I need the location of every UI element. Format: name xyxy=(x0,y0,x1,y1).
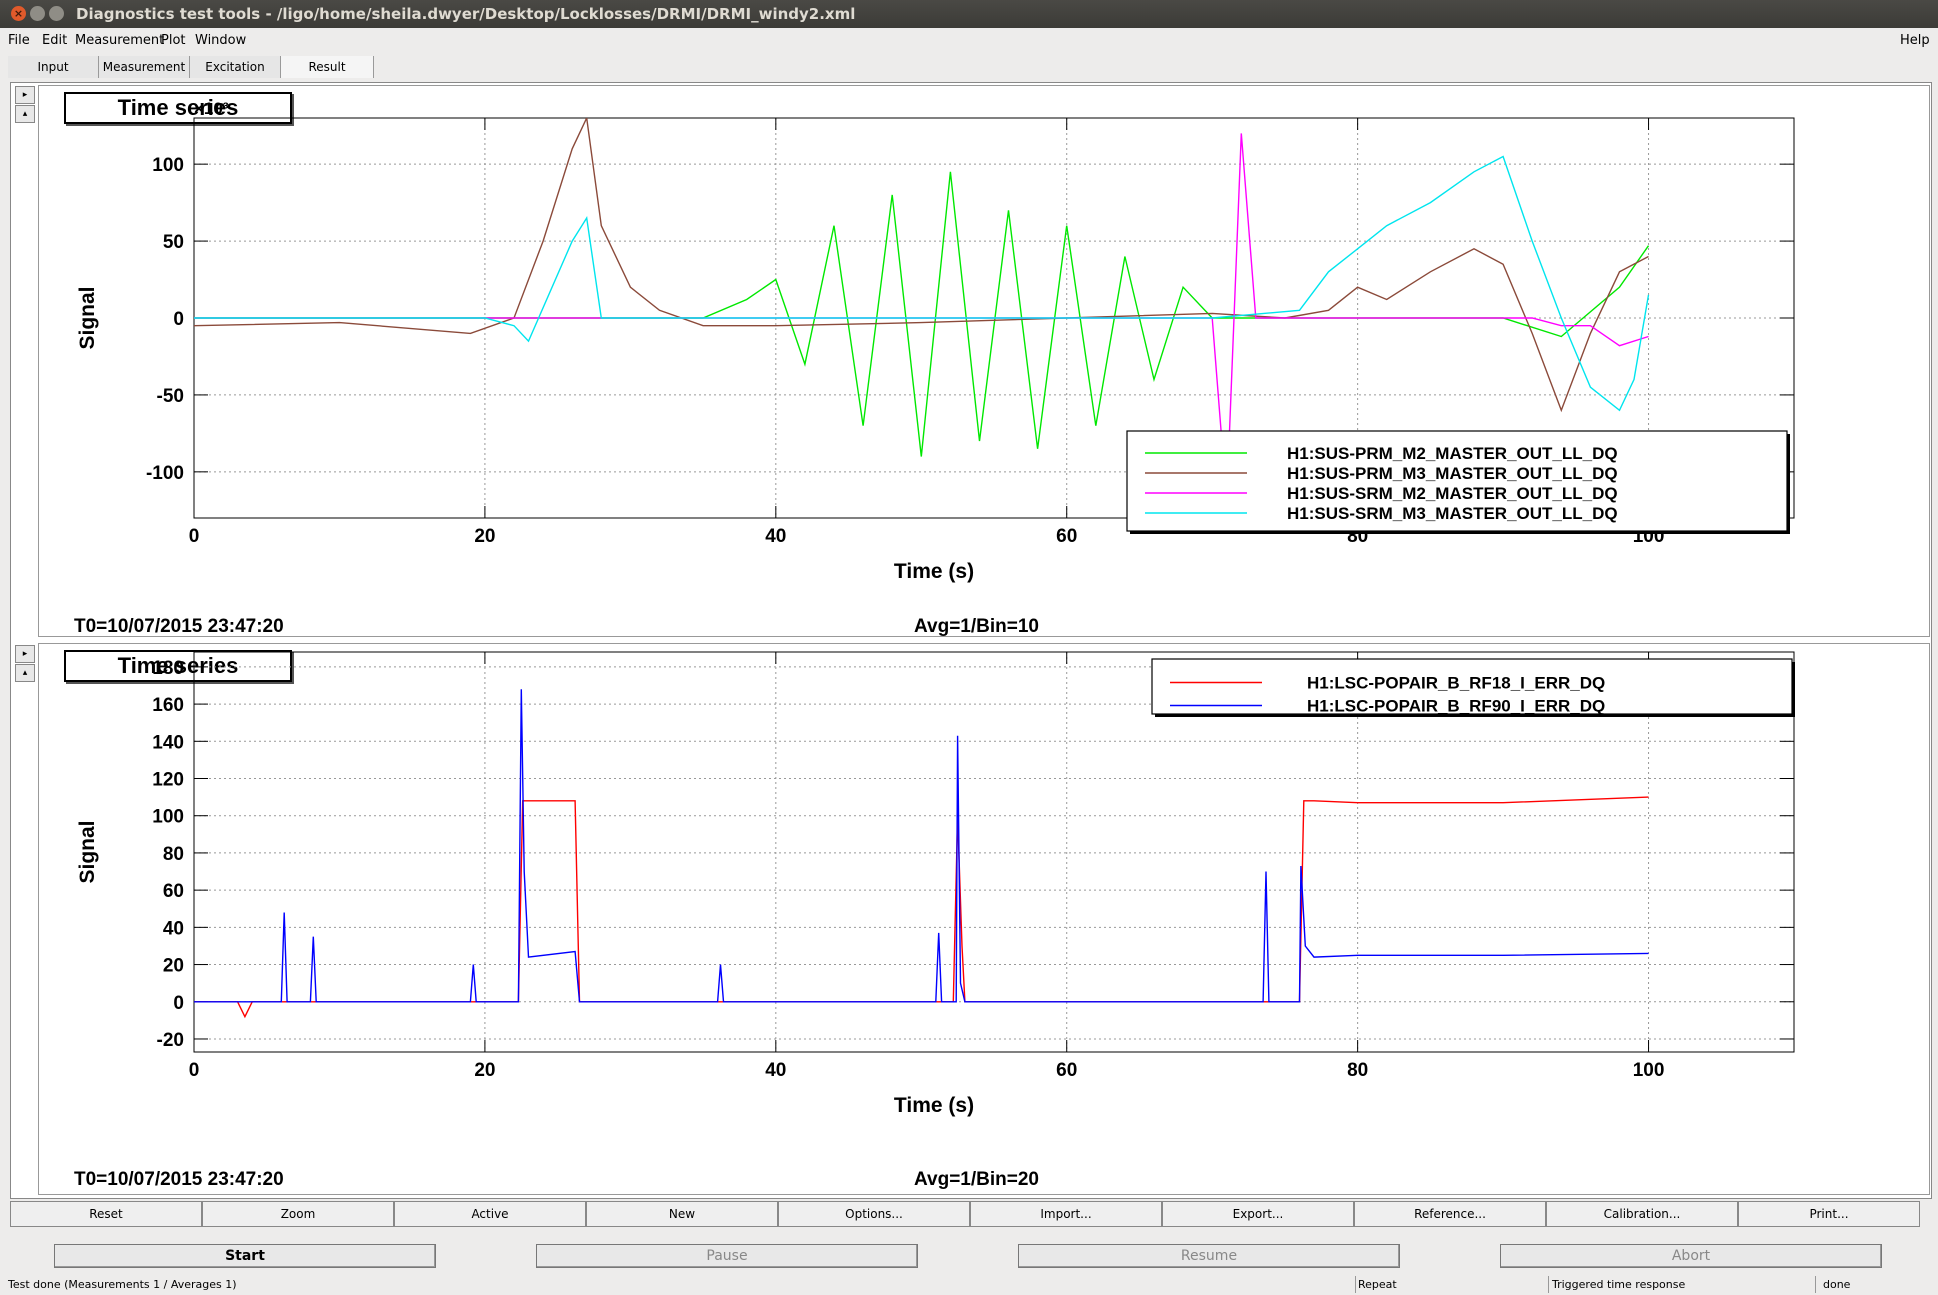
y-tick-label: 20 xyxy=(163,956,184,977)
status-mode: Triggered time response xyxy=(1552,1278,1686,1291)
panel1-expand-button[interactable]: ▸ xyxy=(15,86,35,104)
panel2-avg: Avg=1/Bin=20 xyxy=(914,1169,1039,1190)
window-title: Diagnostics test tools - /ligo/home/shei… xyxy=(76,5,856,23)
panel1-collapse-button[interactable]: ▴ xyxy=(15,105,35,123)
y-tick-label: 160 xyxy=(152,695,184,716)
panel1-t0: T0=10/07/2015 23:47:20 xyxy=(74,616,284,637)
plot-panel-1: Time series 0 20 40 60 80 100 -100 -50 0 50 100 ×10… xyxy=(38,85,1930,637)
x-axis-label: Time (s) xyxy=(894,1094,974,1117)
y-tick-label: -50 xyxy=(157,386,184,407)
y-tick-label: 140 xyxy=(152,732,184,753)
panel2-t0: T0=10/07/2015 23:47:20 xyxy=(74,1169,284,1190)
x-tick-label: 80 xyxy=(1347,1060,1368,1081)
y-tick-label: -100 xyxy=(146,463,184,484)
legend-label: H1:SUS-PRM_M2_MASTER_OUT_LL_DQ xyxy=(1287,444,1618,463)
chart-1[interactable]: 0 20 40 60 80 100-100-50050100×10³Time (s)Sig… xyxy=(39,86,1929,596)
y-tick-label: 80 xyxy=(163,844,184,865)
pause-button[interactable]: Pause xyxy=(536,1244,918,1268)
series-line-2 xyxy=(194,689,1649,1003)
menu-edit[interactable]: Edit xyxy=(42,33,67,48)
tab-measurement[interactable]: Measurement xyxy=(99,56,190,78)
y-tick-label: 100 xyxy=(152,155,184,176)
y-tick-label: 0 xyxy=(173,993,184,1014)
y-tick-label: 40 xyxy=(163,918,184,939)
status-repeat: Repeat xyxy=(1358,1278,1397,1291)
x-tick-label: 40 xyxy=(765,526,786,547)
x-tick-label: 20 xyxy=(474,1060,495,1081)
menu-measurement[interactable]: Measurement xyxy=(75,33,164,48)
export-button[interactable]: Export... xyxy=(1162,1201,1354,1227)
reference-button[interactable]: Reference... xyxy=(1354,1201,1546,1227)
active-button[interactable]: Active xyxy=(394,1201,586,1227)
calibration-button[interactable]: Calibration... xyxy=(1546,1201,1738,1227)
y-tick-label: 120 xyxy=(152,770,184,791)
y-tick-label: 50 xyxy=(163,232,184,253)
menu-help[interactable]: Help xyxy=(1900,33,1930,48)
panel2-expand-button[interactable]: ▸ xyxy=(15,645,35,663)
status-message: Test done (Measurements 1 / Averages 1) xyxy=(8,1278,237,1291)
print-button[interactable]: Print... xyxy=(1738,1201,1920,1227)
options-button[interactable]: Options... xyxy=(778,1201,970,1227)
status-state: done xyxy=(1823,1278,1851,1291)
y-multiplier-label: ×10³ xyxy=(194,99,229,118)
zoom-button[interactable]: Zoom xyxy=(202,1201,394,1227)
tab-excitation[interactable]: Excitation xyxy=(190,56,281,78)
plot-control-bar: Reset Zoom Active New Options... Import.… xyxy=(10,1201,1920,1227)
minimize-window-button[interactable] xyxy=(30,6,45,21)
y-tick-label: 180 xyxy=(152,658,184,679)
series-line-1 xyxy=(194,171,1650,457)
result-area: ▸ ▴ Time series 0 20 40 60 80 100 -100 -50 0 50 10… xyxy=(10,82,1932,1199)
menu-plot[interactable]: Plot xyxy=(161,33,186,48)
status-bar: Test done (Measurements 1 / Averages 1) … xyxy=(0,1274,1938,1295)
legend-label: H1:SUS-SRM_M3_MASTER_OUT_LL_DQ xyxy=(1287,504,1618,523)
legend-label: H1:SUS-SRM_M2_MASTER_OUT_LL_DQ xyxy=(1287,484,1618,503)
status-divider xyxy=(1355,1276,1356,1293)
x-tick-label: 60 xyxy=(1056,526,1077,547)
series-line-4 xyxy=(194,155,1650,412)
import-button[interactable]: Import... xyxy=(970,1201,1162,1227)
title-bar: × Diagnostics test tools - /ligo/home/sh… xyxy=(0,0,1938,28)
y-tick-label: 60 xyxy=(163,881,184,902)
new-button[interactable]: New xyxy=(586,1201,778,1227)
tab-input[interactable]: Input xyxy=(8,56,99,78)
plot-panel-2: Time series 0 20 40 60 80 100 -20 0 20 40 60 80 100 1… xyxy=(38,643,1930,1195)
series-line-2 xyxy=(194,118,1649,413)
x-tick-label: 0 xyxy=(189,1060,200,1081)
panel2-collapse-button[interactable]: ▴ xyxy=(15,664,35,682)
tab-result[interactable]: Result xyxy=(281,56,374,78)
y-tick-label: 100 xyxy=(152,807,184,828)
legend-label: H1:LSC-POPAIR_B_RF18_I_ERR_DQ xyxy=(1307,674,1605,693)
y-tick-label: -20 xyxy=(157,1030,184,1051)
x-tick-label: 60 xyxy=(1056,1060,1077,1081)
y-tick-label: 0 xyxy=(173,309,184,330)
chart-2[interactable]: 0 20 40 60 80 100-20020406080100120140160180T… xyxy=(39,644,1929,1154)
x-axis-label: Time (s) xyxy=(894,560,974,583)
series-line-1 xyxy=(194,796,1649,1019)
maximize-window-button[interactable] xyxy=(49,6,64,21)
legend-label: H1:SUS-PRM_M3_MASTER_OUT_LL_DQ xyxy=(1287,464,1618,483)
start-button[interactable]: Start xyxy=(54,1244,436,1268)
status-divider xyxy=(1815,1276,1816,1293)
status-divider xyxy=(1548,1276,1549,1293)
reset-button[interactable]: Reset xyxy=(10,1201,202,1227)
y-axis-label: Signal xyxy=(76,286,99,349)
menu-window[interactable]: Window xyxy=(195,33,246,48)
x-tick-label: 40 xyxy=(765,1060,786,1081)
menu-file[interactable]: File xyxy=(8,33,30,48)
x-tick-label: 20 xyxy=(474,526,495,547)
legend-label: H1:LSC-POPAIR_B_RF90_I_ERR_DQ xyxy=(1307,697,1605,716)
resume-button[interactable]: Resume xyxy=(1018,1244,1400,1268)
x-tick-label: 0 xyxy=(189,526,200,547)
menu-bar: File Edit Measurement Plot Window Help xyxy=(0,28,1938,52)
close-window-button[interactable]: × xyxy=(11,6,26,21)
x-tick-label: 100 xyxy=(1633,1060,1665,1081)
panel1-avg: Avg=1/Bin=10 xyxy=(914,616,1039,637)
abort-button[interactable]: Abort xyxy=(1500,1244,1882,1268)
y-axis-label: Signal xyxy=(76,820,99,883)
